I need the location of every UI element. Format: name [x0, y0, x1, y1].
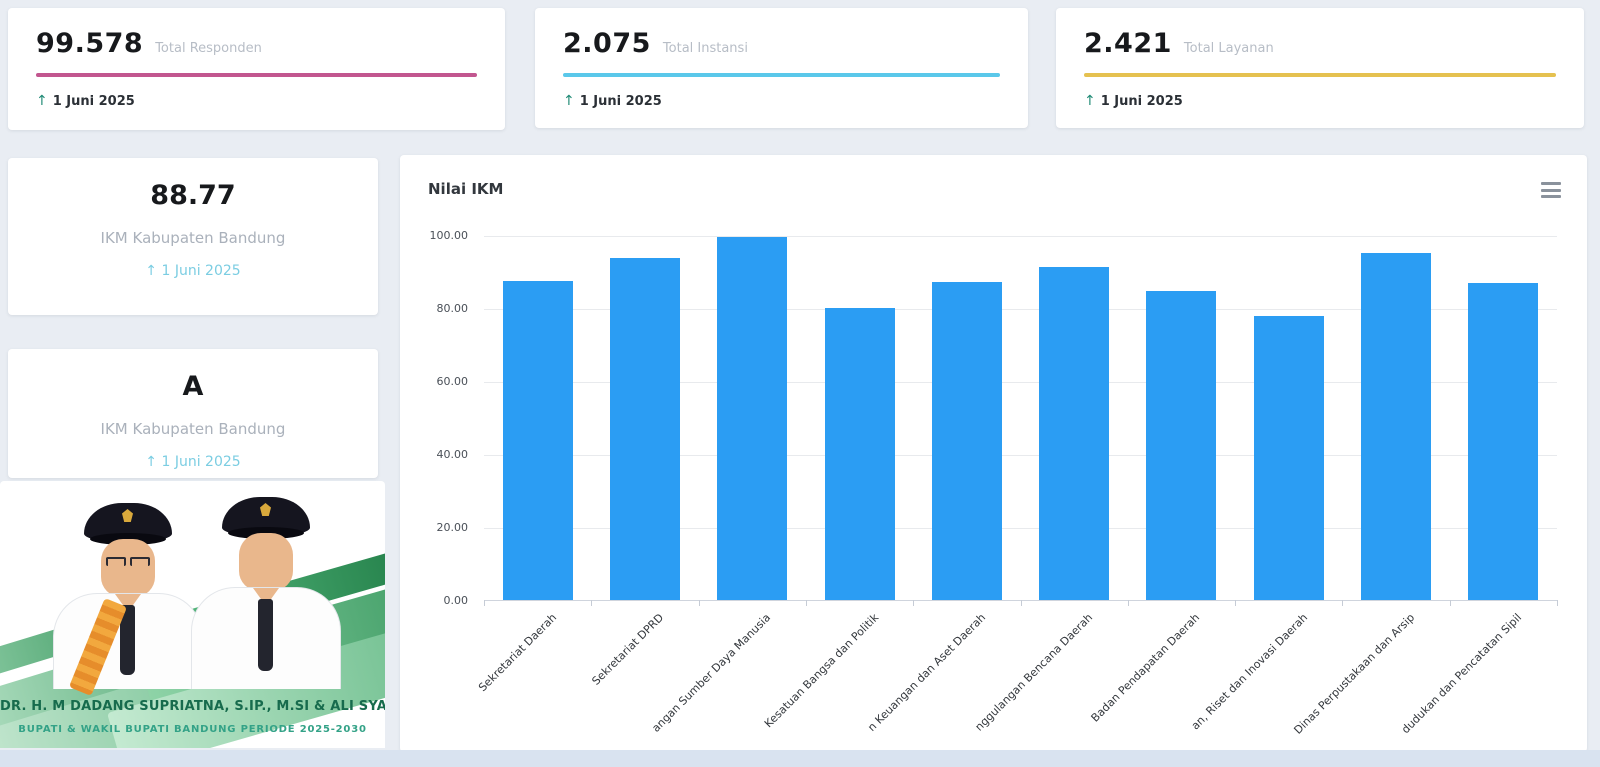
ikm-grade-date: 1 Juni 2025	[161, 454, 240, 470]
x-axis-category-label: angan Sumber Daya Manusia	[650, 611, 774, 735]
chart-context-menu-icon[interactable]	[1541, 182, 1561, 198]
y-axis-tick-label: 0.00	[444, 594, 469, 607]
stat-accent-line	[36, 73, 477, 77]
y-axis-tick-label: 80.00	[437, 302, 469, 315]
bar-4[interactable]	[825, 308, 895, 600]
gridline	[484, 236, 1557, 237]
ikm-score-card: 88.77 IKM Kabupaten Bandung ↑ 1 Juni 202…	[8, 158, 378, 315]
officials-names: DR. H. M DADANG SUPRIATNA, S.IP., M.SI &…	[0, 699, 385, 714]
x-axis-tick	[699, 600, 700, 606]
stat-card-responden: 99.578 Total Responden ↑ 1 Juni 2025	[8, 8, 505, 130]
y-axis-tick-label: 40.00	[437, 448, 469, 461]
bar-1[interactable]	[503, 281, 573, 600]
x-axis-category-label: n Keuangan dan Aset Daerah	[865, 611, 988, 734]
up-arrow-icon: ↑	[1084, 93, 1096, 109]
ikm-grade-label: IKM Kabupaten Bandung	[8, 420, 378, 438]
up-arrow-icon: ↑	[36, 93, 48, 109]
official-figure-wakil	[186, 483, 346, 689]
y-axis-tick-label: 20.00	[437, 521, 469, 534]
plot-area: 100.0080.0060.0040.0020.000.00Sekretaria…	[484, 236, 1557, 601]
x-axis-tick	[1128, 600, 1129, 606]
chart-title: Nilai IKM	[428, 180, 503, 198]
x-axis-category-label: Sekretariat Daerah	[476, 611, 559, 694]
ikm-grade-value: A	[8, 371, 378, 402]
ikm-score-label: IKM Kabupaten Bandung	[8, 229, 378, 247]
stat-card-instansi: 2.075 Total Instansi ↑ 1 Juni 2025	[535, 8, 1028, 128]
bar-6[interactable]	[1039, 267, 1109, 600]
x-axis-tick	[591, 600, 592, 606]
up-arrow-icon: ↑	[145, 263, 157, 279]
x-axis-tick	[1235, 600, 1236, 606]
x-axis-category-label: an, Riset dan Inovasi Daerah	[1189, 611, 1310, 732]
stat-date-text: 1 Juni 2025	[580, 94, 662, 109]
bar-3[interactable]	[717, 237, 787, 600]
x-axis-category-label: dudukan dan Pencatatan Sipil	[1399, 611, 1524, 736]
stat-card-layanan: 2.421 Total Layanan ↑ 1 Juni 2025	[1056, 8, 1584, 128]
bar-10[interactable]	[1468, 283, 1538, 600]
stat-value: 99.578	[36, 28, 143, 59]
x-axis-category-label: nggulangan Bencana Daerah	[973, 611, 1096, 734]
bar-2[interactable]	[610, 258, 680, 600]
officials-photo: DR. H. M DADANG SUPRIATNA, S.IP., M.SI &…	[0, 481, 385, 748]
stat-accent-line	[563, 73, 1000, 77]
y-axis-tick-label: 60.00	[437, 375, 469, 388]
ikm-score-date: 1 Juni 2025	[161, 263, 240, 279]
up-arrow-icon: ↑	[563, 93, 575, 109]
stat-value: 2.421	[1084, 28, 1172, 59]
ikm-grade-card: A IKM Kabupaten Bandung ↑ 1 Juni 2025	[8, 349, 378, 478]
x-axis-tick	[806, 600, 807, 606]
stat-accent-line	[1084, 73, 1556, 77]
stat-label: Total Instansi	[663, 41, 748, 56]
footer-strip	[0, 750, 1600, 767]
stat-label: Total Responden	[155, 41, 262, 56]
bar-8[interactable]	[1254, 316, 1324, 600]
bar-9[interactable]	[1361, 253, 1431, 600]
officials-subtitle: BUPATI & WAKIL BUPATI BANDUNG PERIODE 20…	[0, 724, 385, 735]
x-axis-category-label: Badan Pendapatan Daerah	[1089, 611, 1203, 725]
x-axis-category-label: Dinas Perpustakaan dan Arsip	[1291, 611, 1417, 737]
y-axis-tick-label: 100.00	[430, 229, 469, 242]
x-axis-tick	[1021, 600, 1022, 606]
stat-value: 2.075	[563, 28, 651, 59]
stat-date-text: 1 Juni 2025	[1101, 94, 1183, 109]
bar-7[interactable]	[1146, 291, 1216, 600]
bar-5[interactable]	[932, 282, 1002, 600]
official-figure-bupati	[48, 489, 208, 689]
stat-date-text: 1 Juni 2025	[53, 94, 135, 109]
ikm-chart-card: Nilai IKM 100.0080.0060.0040.0020.000.00…	[400, 155, 1587, 752]
x-axis-tick	[484, 600, 485, 606]
x-axis-tick	[1342, 600, 1343, 606]
x-axis-tick	[1557, 600, 1558, 606]
ikm-score-value: 88.77	[8, 180, 378, 211]
x-axis-tick	[1450, 600, 1451, 606]
stat-label: Total Layanan	[1184, 41, 1274, 56]
x-axis-category-label: Kesatuan Bangsa dan Politik	[762, 611, 881, 730]
up-arrow-icon: ↑	[145, 454, 157, 470]
x-axis-tick	[913, 600, 914, 606]
x-axis-category-label: Sekretariat DPRD	[589, 611, 666, 688]
